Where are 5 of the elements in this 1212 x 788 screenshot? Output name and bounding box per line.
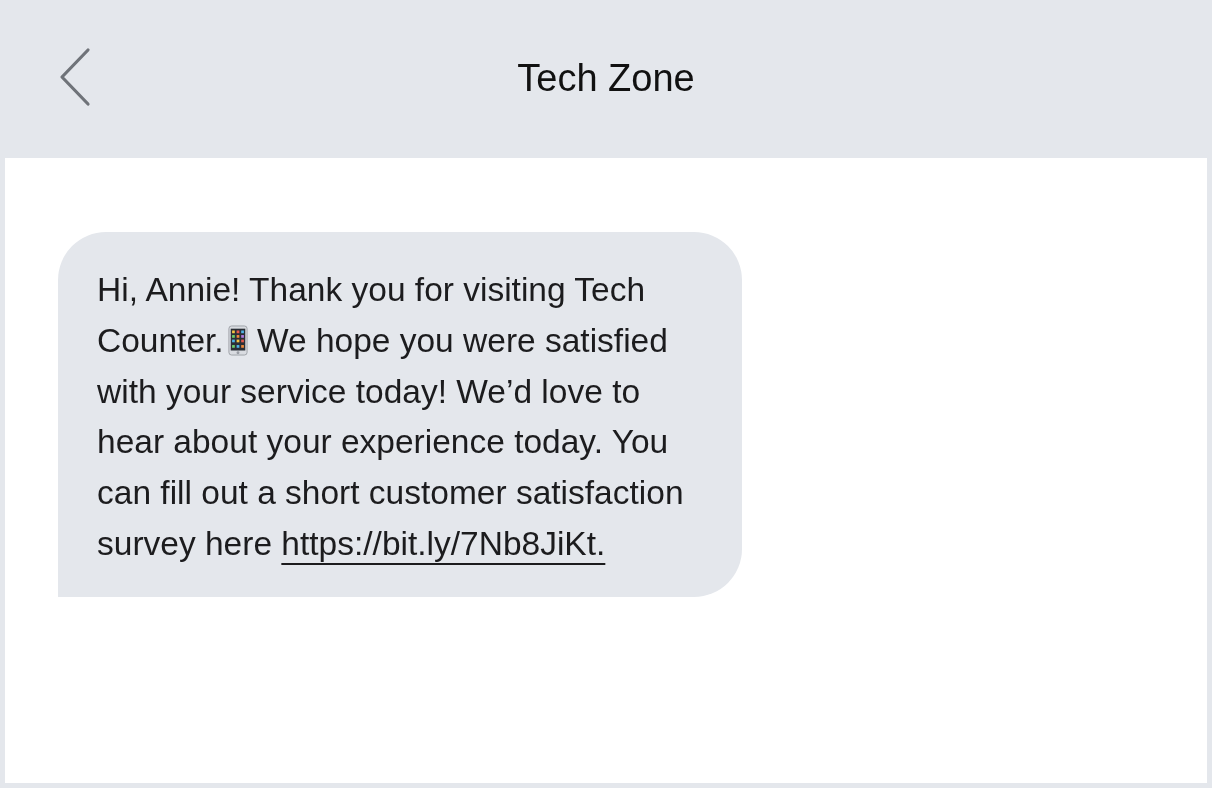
message-text: Hi, Annie! Thank you for visiting Tech Counter. We hope you were satisfied with your service today! We’d love to hear about your experience today. You can fill out a short customer satisfaction survey here https://bit.ly/7Nb8JiKt. [97, 270, 685, 564]
phone-icon [227, 324, 248, 356]
survey-link[interactable]: https://bit.ly/7Nb8JiKt. [281, 525, 606, 562]
back-icon[interactable] [58, 47, 92, 107]
chat-title: Tech Zone [517, 56, 695, 100]
